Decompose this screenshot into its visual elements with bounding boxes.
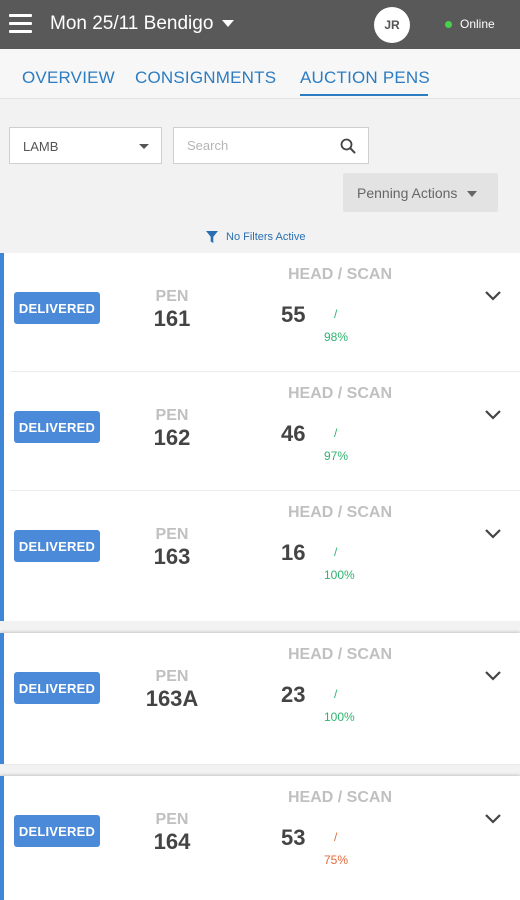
pen-group-card: DELIVERED PEN 163A HEAD / SCAN 23 / 100% [0,633,520,764]
chevron-down-icon[interactable] [484,813,502,825]
head-scan-label: HEAD / SCAN [288,504,393,521]
category-select-value: LAMB [23,139,59,154]
head-scan-label: HEAD / SCAN [288,385,393,402]
chevron-down-icon[interactable] [484,528,502,540]
pen-group-card: DELIVERED PEN 164 HEAD / SCAN 53 / 75% [0,776,520,900]
pen-row[interactable]: DELIVERED PEN 163A HEAD / SCAN 23 / 100% [4,633,520,752]
tab-bar: OVERVIEW CONSIGNMENTS AUCTION PENS [0,49,520,99]
pen-row[interactable]: DELIVERED PEN 161 HEAD / SCAN 55 / 98% [4,253,520,372]
head-count: 53 [281,825,306,850]
scan-percentage: 100% [324,568,355,582]
penning-actions-label: Penning Actions [357,185,458,201]
scan-percentage: 97% [324,449,349,463]
scan-separator: / [334,307,338,321]
pen-row[interactable]: DELIVERED PEN 164 HEAD / SCAN 53 / 75% [4,776,520,895]
tab-overview[interactable]: OVERVIEW [22,68,115,88]
caret-down-icon [139,144,149,149]
category-select[interactable]: LAMB [9,127,162,164]
search-icon[interactable] [340,138,356,154]
pen-number: 163A [145,686,199,711]
pen-number: 163 [153,544,191,569]
pen-label: PEN [155,811,189,828]
top-bar: Mon 25/11 Bendigo JR Online [0,0,520,49]
active-tab-indicator [300,94,428,96]
chevron-down-icon[interactable] [484,290,502,302]
search-input[interactable] [174,128,334,163]
pen-row[interactable]: DELIVERED PEN 162 HEAD / SCAN 46 / 97% [4,372,520,491]
scan-percentage: 100% [324,710,355,724]
filter-status-text: No Filters Active [226,231,306,243]
caret-down-icon [467,191,477,197]
scan-separator: / [334,426,338,440]
filter-icon [206,231,218,243]
online-status-dot [445,21,452,28]
penning-actions-button[interactable]: Penning Actions [343,173,498,212]
head-count: 16 [281,540,306,565]
pen-group-card: DELIVERED PEN 161 HEAD / SCAN 55 / 98% D… [0,253,520,621]
status-badge: DELIVERED [14,672,100,704]
avatar[interactable]: JR [374,7,410,43]
head-scan-label: HEAD / SCAN [288,266,393,283]
scan-percentage: 75% [324,853,349,867]
caret-down-icon[interactable] [222,20,234,27]
search-box [173,127,369,164]
status-badge: DELIVERED [14,815,100,847]
head-count: 55 [281,302,306,327]
pen-number: 164 [153,829,191,854]
scan-percentage: 98% [324,330,349,344]
chevron-down-icon[interactable] [484,670,502,682]
pen-label: PEN [155,407,189,424]
head-scan-label: HEAD / SCAN [288,646,393,663]
scan-separator: / [334,830,338,844]
head-count: 46 [281,421,306,446]
status-badge: DELIVERED [14,411,100,443]
pen-label: PEN [155,668,189,685]
status-badge: DELIVERED [14,292,100,324]
head-scan-label: HEAD / SCAN [288,789,393,806]
menu-icon[interactable] [9,14,32,34]
scan-separator: / [334,545,338,559]
chevron-down-icon[interactable] [484,409,502,421]
sale-title[interactable]: Mon 25/11 Bendigo [50,13,213,35]
scan-separator: / [334,687,338,701]
pen-label: PEN [155,288,189,305]
status-badge: DELIVERED [14,530,100,562]
tab-consignments[interactable]: CONSIGNMENTS [135,68,276,88]
pen-number: 162 [153,425,191,450]
pen-row[interactable]: DELIVERED PEN 163 HEAD / SCAN 16 / 100% [4,491,520,610]
pen-label: PEN [155,526,189,543]
head-count: 23 [281,682,306,707]
online-status-text: Online [460,17,495,31]
tab-auction-pens[interactable]: AUCTION PENS [300,68,430,88]
pen-number: 161 [153,306,191,331]
